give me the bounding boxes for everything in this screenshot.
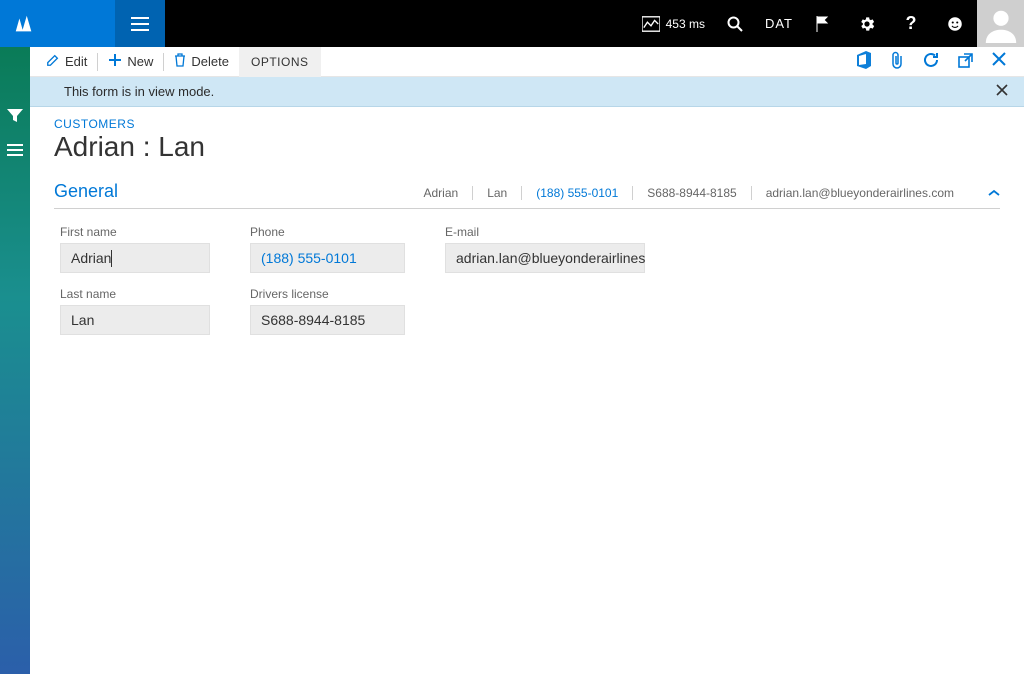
summary-phone[interactable]: (188) 555-0101 <box>536 186 618 200</box>
section-header: General Adrian Lan (188) 555-0101 S688-8… <box>54 181 1000 209</box>
trash-icon <box>174 53 186 70</box>
first-name-value: Adrian <box>71 250 111 266</box>
last-name-label: Last name <box>60 287 210 301</box>
header-summary: Adrian Lan (188) 555-0101 S688-8944-8185… <box>424 186 1001 200</box>
info-bar: This form is in view mode. <box>30 77 1024 107</box>
edit-label: Edit <box>65 54 87 69</box>
form-grid: First name Adrian Last name Lan P <box>54 225 1000 335</box>
phone-label: Phone <box>250 225 405 239</box>
action-bar-right <box>856 51 1018 72</box>
popout-icon[interactable] <box>958 52 974 71</box>
attach-icon[interactable] <box>890 51 904 72</box>
help-button[interactable]: ? <box>889 0 933 47</box>
refresh-icon[interactable] <box>922 51 940 72</box>
list-icon[interactable] <box>7 144 23 159</box>
nav-menu-button[interactable] <box>115 0 165 47</box>
first-name-label: First name <box>60 225 210 239</box>
email-value: adrian.lan@blueyonderairlines <box>456 250 645 266</box>
separator <box>521 186 522 200</box>
action-bar: Edit New Delete OPTIONS <box>30 47 1024 77</box>
top-bar-brand-area <box>0 0 165 47</box>
summary-first: Adrian <box>424 186 459 200</box>
top-bar: 453 ms DAT ? <box>0 0 1024 47</box>
form-col-2: Phone (188) 555-0101 Drivers license S68… <box>250 225 405 335</box>
last-name-value: Lan <box>71 312 94 328</box>
delete-button[interactable]: Delete <box>164 47 239 77</box>
page-content: CUSTOMERS Adrian : Lan General Adrian La… <box>30 107 1024 674</box>
license-label: Drivers license <box>250 287 405 301</box>
email-input[interactable]: adrian.lan@blueyonderairlines <box>445 243 645 273</box>
separator <box>751 186 752 200</box>
license-field: Drivers license S688-8944-8185 <box>250 287 405 335</box>
phone-field: Phone (188) 555-0101 <box>250 225 405 273</box>
new-label: New <box>127 54 153 69</box>
first-name-field: First name Adrian <box>60 225 210 273</box>
top-bar-right: 453 ms DAT ? <box>165 0 1024 47</box>
last-name-field: Last name Lan <box>60 287 210 335</box>
email-label: E-mail <box>445 225 645 239</box>
phone-value: (188) 555-0101 <box>261 250 357 266</box>
text-caret <box>111 250 112 267</box>
plus-icon <box>108 53 122 70</box>
company-selector[interactable]: DAT <box>757 0 801 47</box>
last-name-input[interactable]: Lan <box>60 305 210 335</box>
main-area: Edit New Delete OPTIONS <box>30 47 1024 674</box>
email-field: E-mail adrian.lan@blueyonderairlines <box>445 225 645 273</box>
nav-rail <box>0 47 30 674</box>
delete-label: Delete <box>191 54 229 69</box>
office-icon[interactable] <box>856 51 872 72</box>
breadcrumb[interactable]: CUSTOMERS <box>54 117 1000 131</box>
form-col-3: E-mail adrian.lan@blueyonderairlines <box>445 225 645 335</box>
options-button[interactable]: OPTIONS <box>239 47 321 77</box>
search-button[interactable] <box>713 0 757 47</box>
page-title: Adrian : Lan <box>54 131 1000 163</box>
app-logo[interactable] <box>0 0 48 47</box>
license-input[interactable]: S688-8944-8185 <box>250 305 405 335</box>
close-pane-button[interactable] <box>992 52 1006 71</box>
collapse-section-button[interactable] <box>988 186 1000 200</box>
summary-license: S688-8944-8185 <box>647 186 736 200</box>
new-button[interactable]: New <box>98 47 163 77</box>
first-name-input[interactable]: Adrian <box>60 243 210 273</box>
license-value: S688-8944-8185 <box>261 312 365 328</box>
edit-button[interactable]: Edit <box>36 47 97 77</box>
settings-button[interactable] <box>845 0 889 47</box>
info-close-button[interactable] <box>996 83 1008 101</box>
section-title[interactable]: General <box>54 181 118 202</box>
feedback-button[interactable] <box>933 0 977 47</box>
user-avatar[interactable] <box>977 0 1024 47</box>
summary-email: adrian.lan@blueyonderairlines.com <box>766 186 954 200</box>
pencil-icon <box>46 53 60 70</box>
separator <box>472 186 473 200</box>
perf-text: 453 ms <box>666 17 705 31</box>
separator <box>632 186 633 200</box>
info-message: This form is in view mode. <box>64 84 214 99</box>
form-col-1: First name Adrian Last name Lan <box>60 225 210 335</box>
summary-last: Lan <box>487 186 507 200</box>
filter-icon[interactable] <box>7 109 23 126</box>
flag-button[interactable] <box>801 0 845 47</box>
phone-input[interactable]: (188) 555-0101 <box>250 243 405 273</box>
perf-indicator[interactable]: 453 ms <box>634 0 713 47</box>
